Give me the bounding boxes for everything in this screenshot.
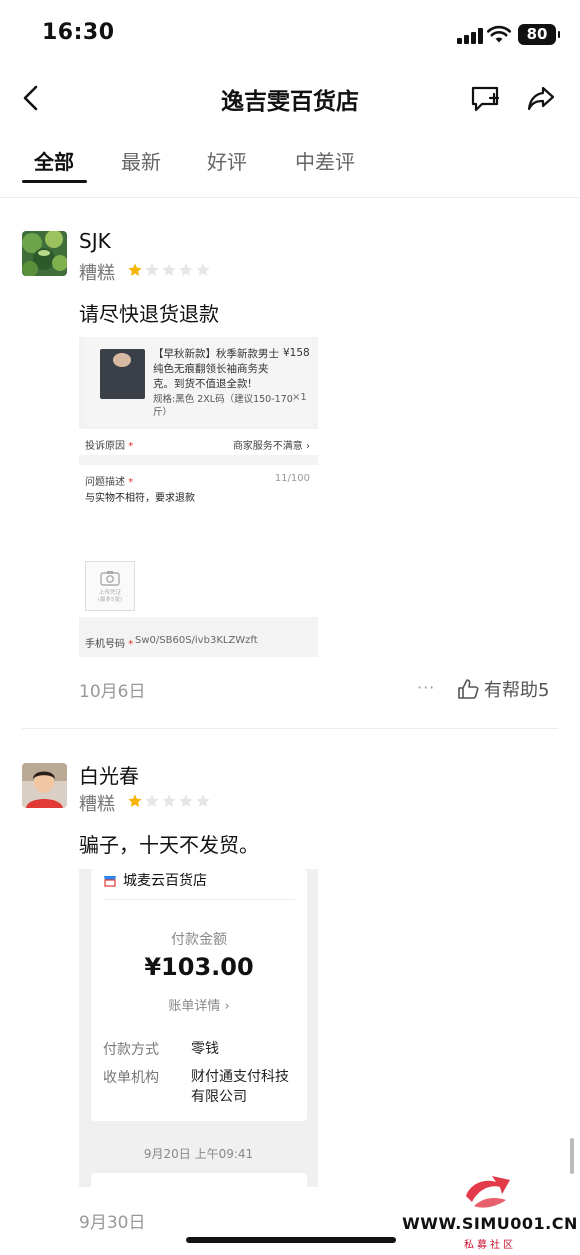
star-filled-icon — [128, 794, 142, 807]
review-text: 骗子，十天不发贸。 — [79, 833, 259, 857]
avatar[interactable] — [22, 763, 67, 808]
store-name: 城麦云百货店 — [123, 873, 207, 889]
share-button[interactable] — [526, 84, 556, 112]
tab-all[interactable]: 全部 — [34, 146, 74, 175]
complaint-reason-row: 投诉原因 * 商家服务不满意 › — [79, 429, 318, 455]
review-tabs: 全部 最新 好评 中差评 — [0, 140, 580, 198]
star-empty-icon — [179, 263, 193, 276]
watermark-url: WWW.SIMU001.CN — [402, 1214, 578, 1233]
review-text: 请尽快退货退款 — [79, 302, 219, 326]
bill-detail-link: 账单详情 › — [168, 999, 230, 1014]
wifi-icon — [487, 25, 511, 43]
watermark-subtitle: 私募社区 — [464, 1240, 516, 1251]
star-empty-icon — [196, 794, 210, 807]
rating-label: 糟糕 — [79, 794, 115, 815]
star-empty-icon — [162, 263, 176, 276]
helpful-label: 有帮助 — [484, 680, 538, 701]
acquirer-value-line1: 财付通支付科技 — [191, 1069, 289, 1085]
watermark: WWW.SIMU001.CN 私募社区 — [402, 1172, 578, 1254]
star-empty-icon — [145, 794, 159, 807]
product-price: ¥158 — [283, 347, 310, 359]
tab-negative[interactable]: 中差评 — [295, 146, 355, 175]
thumbs-up-icon — [458, 679, 479, 699]
payment-card: 城麦云百货店 付款金额 ¥103.00 账单详情 › 付款方式 零钱 收单机构 … — [91, 869, 307, 1121]
tab-latest[interactable]: 最新 — [121, 146, 161, 175]
star-empty-icon — [162, 794, 176, 807]
star-empty-icon — [179, 794, 193, 807]
problem-desc-text: 与实物不相符，要求退款 — [85, 493, 195, 504]
review-image[interactable]: 【早秋新款】秋季新款男士纯色无痕翻领长袖商务夹克。到货不值退全款! ¥158 规… — [79, 337, 318, 657]
acquirer-label: 收单机构 — [103, 1070, 159, 1086]
rating-label: 糟糕 — [79, 263, 115, 284]
star-empty-icon — [196, 263, 210, 276]
product-spec: 规格:黑色 2XL码（建议150-170斤） — [153, 393, 293, 419]
avatar[interactable] — [22, 231, 67, 276]
payment-amount: ¥103.00 — [144, 953, 254, 981]
upload-evidence: 上传凭证 (最多5张) — [85, 561, 135, 611]
phone-value: Sw0/SB60S/ivb3KLZWzft — [135, 635, 258, 646]
review-image[interactable]: 城麦云百货店 付款金额 ¥103.00 账单详情 › 付款方式 零钱 收单机构 … — [79, 869, 318, 1187]
chat-add-button[interactable] — [470, 85, 500, 113]
phone-row: 手机号码 * Sw0/SB60S/ivb3KLZWzft — [79, 623, 318, 657]
review-date: 9月30日 — [79, 1213, 146, 1233]
divider — [103, 899, 295, 900]
status-time: 16:30 — [42, 20, 115, 45]
star-filled-icon — [128, 263, 142, 276]
cellular-signal-icon — [457, 28, 483, 44]
acquirer-value-line2: 有限公司 — [191, 1089, 247, 1105]
upload-label: 上传凭证 — [98, 590, 121, 596]
phone-label: 手机号码 * — [85, 639, 134, 650]
more-options-button[interactable]: ··· — [417, 678, 435, 697]
star-empty-icon — [145, 263, 159, 276]
watermark-logo-icon — [466, 1176, 510, 1208]
problem-desc-label: 问题描述 * — [85, 477, 134, 488]
payment-method-value: 零钱 — [191, 1041, 219, 1057]
complaint-reason-label: 投诉原因 * — [85, 441, 134, 452]
nav-bar: 逸吉雯百货店 — [0, 72, 580, 124]
payment-time: 9月20日 上午09:41 — [143, 1147, 254, 1161]
review-date: 10月6日 — [79, 682, 146, 702]
store-icon — [104, 876, 116, 887]
review-username: 白光春 — [79, 764, 139, 788]
divider — [22, 728, 558, 729]
product-qty: ×1 — [292, 392, 307, 403]
review-username: SJK — [79, 229, 111, 253]
product-thumbnail — [100, 349, 145, 399]
complaint-reason-value: 商家服务不满意 › — [232, 441, 310, 452]
scrollbar[interactable] — [570, 1138, 574, 1174]
camera-icon — [100, 571, 120, 586]
tab-positive[interactable]: 好评 — [207, 146, 247, 175]
upload-sublabel: (最多5张) — [97, 597, 123, 603]
home-indicator[interactable] — [186, 1237, 396, 1243]
payment-amount-label: 付款金额 — [171, 932, 227, 948]
helpful-count: 5 — [538, 680, 550, 701]
product-title: 【早秋新款】秋季新款男士纯色无痕翻领长袖商务夹克。到货不值退全款! — [153, 348, 279, 390]
problem-desc-count: 11/100 — [274, 473, 310, 484]
next-card — [91, 1173, 307, 1187]
battery-icon: 80 — [518, 24, 560, 45]
status-bar: 16:30 80 — [0, 0, 580, 66]
active-tab-indicator — [22, 180, 87, 183]
payment-method-label: 付款方式 — [103, 1042, 159, 1058]
